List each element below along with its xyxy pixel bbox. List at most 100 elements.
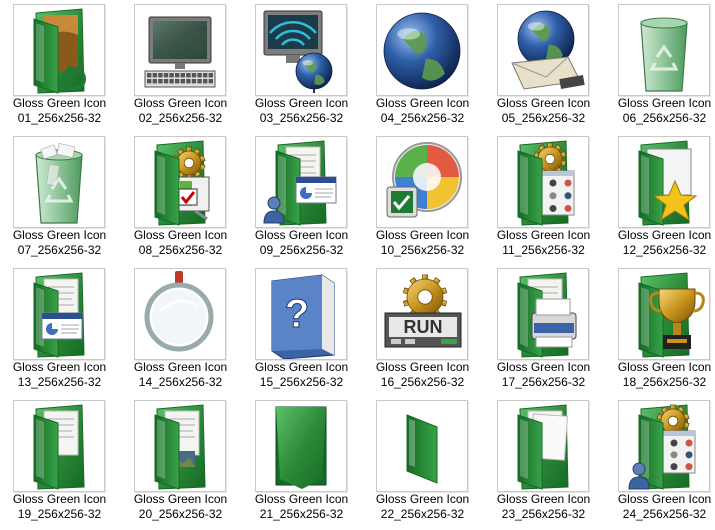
file-name-line1: Gloss Green Icon — [375, 96, 470, 110]
file-name-line1: Gloss Green Icon — [12, 492, 107, 506]
icon-file-item[interactable]: Gloss Green Icon 14_256x256-32 — [120, 264, 241, 396]
control-panel-folder-icon — [134, 136, 226, 228]
file-name-line1: Gloss Green Icon — [496, 360, 591, 374]
file-name-line2: 07_256x256-32 — [17, 243, 102, 257]
file-name-line1: Gloss Green Icon — [375, 228, 470, 242]
icon-file-item[interactable]: Gloss Green Icon 04_256x256-32 — [362, 0, 483, 132]
file-name-label: Gloss Green Icon 22_256x256-32 — [362, 492, 483, 522]
folder-picture-icon — [134, 400, 226, 492]
file-name-line1: Gloss Green Icon — [12, 96, 107, 110]
magnifier-icon — [134, 268, 226, 360]
file-name-line2: 16_256x256-32 — [380, 375, 465, 389]
file-name-line1: Gloss Green Icon — [496, 492, 591, 506]
file-name-label: Gloss Green Icon 21_256x256-32 — [241, 492, 362, 522]
icon-file-item[interactable]: Gloss Green Icon 19_256x256-32 — [0, 396, 120, 528]
icon-file-item[interactable]: Gloss Green Icon 18_256x256-32 — [604, 264, 715, 396]
file-name-label: Gloss Green Icon 24_256x256-32 — [604, 492, 715, 522]
icon-file-item[interactable]: Gloss Green Icon 01_256x256-32 — [0, 0, 120, 132]
file-name-label: Gloss Green Icon 09_256x256-32 — [241, 228, 362, 258]
file-name-label: Gloss Green Icon 17_256x256-32 — [483, 360, 604, 390]
file-name-label: Gloss Green Icon 23_256x256-32 — [483, 492, 604, 522]
recycle-bin-full-icon — [13, 136, 105, 228]
icon-file-item[interactable]: Gloss Green Icon 03_256x256-32 — [241, 0, 362, 132]
file-name-line2: 19_256x256-32 — [17, 507, 102, 521]
icon-file-item[interactable]: Gloss Green Icon 07_256x256-32 — [0, 132, 120, 264]
file-name-line1: Gloss Green Icon — [133, 360, 228, 374]
file-name-label: Gloss Green Icon 02_256x256-32 — [120, 96, 241, 126]
file-name-label: Gloss Green Icon 13_256x256-32 — [0, 360, 120, 390]
file-name-line2: 01_256x256-32 — [17, 111, 102, 125]
presentation-user-folder-icon — [255, 136, 347, 228]
file-name-line2: 04_256x256-32 — [380, 111, 465, 125]
file-name-line2: 15_256x256-32 — [259, 375, 344, 389]
folder-pages-icon — [13, 400, 105, 492]
icon-file-item[interactable]: Gloss Green Icon 24_256x256-32 — [604, 396, 715, 528]
icon-file-item[interactable]: Gloss Green Icon 23_256x256-32 — [483, 396, 604, 528]
file-name-line1: Gloss Green Icon — [12, 228, 107, 242]
run-text: RUN — [404, 317, 443, 337]
file-name-label: Gloss Green Icon 19_256x256-32 — [0, 492, 120, 522]
icon-file-item[interactable]: Gloss Green Icon 11_256x256-32 — [483, 132, 604, 264]
file-name-line2: 08_256x256-32 — [138, 243, 223, 257]
icon-file-item[interactable]: Gloss Green Icon 10_256x256-32 — [362, 132, 483, 264]
icon-file-item[interactable]: Gloss Green Icon 05_256x256-32 — [483, 0, 604, 132]
file-name-label: Gloss Green Icon 14_256x256-32 — [120, 360, 241, 390]
file-name-line2: 03_256x256-32 — [259, 111, 344, 125]
file-name-label: Gloss Green Icon 04_256x256-32 — [362, 96, 483, 126]
run-gear-icon: RUN — [376, 268, 468, 360]
globe-icon — [376, 4, 468, 96]
file-name-line1: Gloss Green Icon — [375, 492, 470, 506]
file-name-label: Gloss Green Icon 03_256x256-32 — [241, 96, 362, 126]
file-name-line1: Gloss Green Icon — [617, 360, 712, 374]
svg-text:?: ? — [285, 292, 309, 336]
file-name-line2: 06_256x256-32 — [622, 111, 707, 125]
presentation-folder-icon — [13, 268, 105, 360]
file-name-line1: Gloss Green Icon — [254, 360, 349, 374]
favorites-folder-icon — [618, 136, 710, 228]
icon-file-item[interactable]: Gloss Green Icon 02_256x256-32 — [120, 0, 241, 132]
icon-file-item[interactable]: Gloss Green Icon 12_256x256-32 — [604, 132, 715, 264]
icon-file-item[interactable]: ? Gloss Green Icon 15_256x256-32 — [241, 264, 362, 396]
file-name-line2: 21_256x256-32 — [259, 507, 344, 521]
file-name-line2: 22_256x256-32 — [380, 507, 465, 521]
file-name-line2: 11_256x256-32 — [502, 243, 585, 257]
file-name-label: Gloss Green Icon 10_256x256-32 — [362, 228, 483, 258]
file-name-line2: 09_256x256-32 — [259, 243, 344, 257]
file-name-line2: 10_256x256-32 — [380, 243, 465, 257]
icon-file-item[interactable]: RUN Gloss Green Icon 16_256x256-32 — [362, 264, 483, 396]
computer-icon — [134, 4, 226, 96]
icon-file-item[interactable]: Gloss Green Icon 21_256x256-32 — [241, 396, 362, 528]
icon-file-item[interactable]: Gloss Green Icon 13_256x256-32 — [0, 264, 120, 396]
file-name-label: Gloss Green Icon 18_256x256-32 — [604, 360, 715, 390]
file-name-line1: Gloss Green Icon — [254, 228, 349, 242]
file-name-label: Gloss Green Icon 20_256x256-32 — [120, 492, 241, 522]
printer-folder-icon — [497, 268, 589, 360]
file-name-line1: Gloss Green Icon — [12, 360, 107, 374]
file-name-line2: 05_256x256-32 — [501, 111, 586, 125]
file-name-line2: 23_256x256-32 — [501, 507, 586, 521]
icon-file-item[interactable]: Gloss Green Icon 17_256x256-32 — [483, 264, 604, 396]
file-name-label: Gloss Green Icon 15_256x256-32 — [241, 360, 362, 390]
file-name-label: Gloss Green Icon 16_256x256-32 — [362, 360, 483, 390]
file-name-line1: Gloss Green Icon — [133, 228, 228, 242]
file-name-line1: Gloss Green Icon — [254, 96, 349, 110]
file-name-label: Gloss Green Icon 07_256x256-32 — [0, 228, 120, 258]
file-name-label: Gloss Green Icon 05_256x256-32 — [483, 96, 604, 126]
file-name-line1: Gloss Green Icon — [254, 492, 349, 506]
file-name-line2: 13_256x256-32 — [17, 375, 102, 389]
file-name-line1: Gloss Green Icon — [617, 96, 712, 110]
file-name-label: Gloss Green Icon 11_256x256-32 — [483, 228, 604, 258]
icon-file-item[interactable]: Gloss Green Icon 22_256x256-32 — [362, 396, 483, 528]
globe-mail-icon — [497, 4, 589, 96]
file-name-line2: 12_256x256-32 — [622, 243, 707, 257]
recycle-bin-empty-icon — [618, 4, 710, 96]
icon-grid: Gloss Green Icon 01_256x256-32 Gloss Gree… — [0, 0, 714, 530]
icon-file-item[interactable]: Gloss Green Icon 08_256x256-32 — [120, 132, 241, 264]
icon-file-item[interactable]: Gloss Green Icon 09_256x256-32 — [241, 132, 362, 264]
file-name-label: Gloss Green Icon 08_256x256-32 — [120, 228, 241, 258]
icon-file-item[interactable]: Gloss Green Icon 20_256x256-32 — [120, 396, 241, 528]
folder-open-empty-icon — [376, 400, 468, 492]
file-name-line2: 24_256x256-32 — [622, 507, 707, 521]
icon-file-item[interactable]: Gloss Green Icon 06_256x256-32 — [604, 0, 715, 132]
programs-folder-icon — [497, 136, 589, 228]
